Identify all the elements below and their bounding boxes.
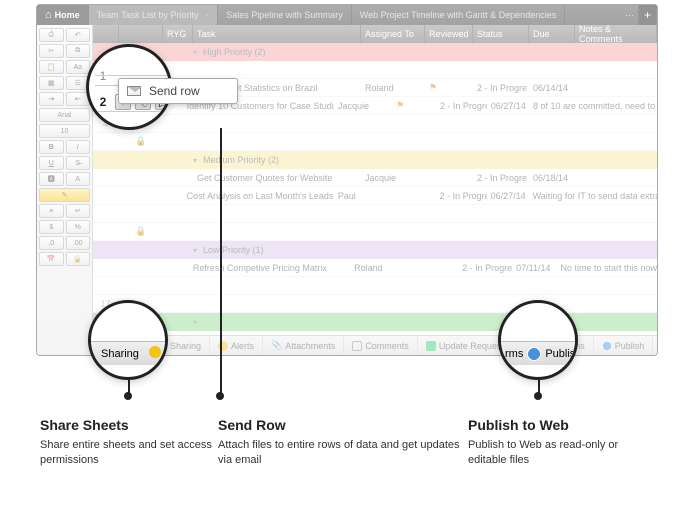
caption-sendrow: Send Row Attach files to entire rows of … [218, 416, 468, 468]
table-row[interactable]: Get Customer Quotes for WebsiteJacquie2 … [93, 169, 657, 187]
textcolor-button[interactable]: A [66, 172, 91, 186]
globe-icon [602, 341, 612, 351]
callout-sharing: Sharing A [88, 300, 168, 380]
col-status[interactable]: Status [473, 25, 529, 43]
tab-tasklist[interactable]: Team Task List by Priority× [89, 5, 219, 25]
send-row-tooltip[interactable]: Send row [118, 78, 238, 104]
caption-publish: Publish to Web Publish to Web as read-on… [468, 416, 655, 468]
attachments-button[interactable]: 📎Attachments [263, 336, 344, 355]
group-medium-priority[interactable]: ▾Medium Priority (2) [93, 151, 657, 169]
lock-button[interactable]: 🔒 [66, 252, 91, 266]
highlight-button[interactable]: ✎ [39, 188, 90, 202]
comments-button[interactable]: Comments [344, 336, 418, 355]
font-select[interactable]: Arial [39, 108, 90, 122]
collapse-icon[interactable]: ▾ [193, 48, 197, 57]
currency-button[interactable]: $ [39, 220, 64, 234]
alerts-button[interactable]: Alerts [210, 336, 263, 355]
group-high-priority[interactable]: ▾High Priority (2) [93, 43, 657, 61]
sheet-grid: RYG Task Assigned To Reviewed Status Due… [93, 25, 657, 355]
tool-undo-icon[interactable]: ↶ [66, 28, 91, 42]
captions: Share Sheets Share entire sheets and set… [40, 416, 655, 468]
leader-dot [124, 392, 132, 400]
table-row[interactable]: 🔒 [93, 223, 657, 241]
leader-dot [216, 392, 224, 400]
percent-button[interactable]: % [66, 220, 91, 234]
strike-button[interactable]: S̶ [66, 156, 91, 170]
comment-icon [352, 341, 362, 351]
decimal-inc-button[interactable]: .0 [39, 236, 64, 250]
tool-save-icon[interactable]: ⎙ [39, 28, 64, 42]
col-assigned[interactable]: Assigned To [361, 25, 425, 43]
tool-format-icon[interactable]: Aa [66, 60, 91, 74]
tool-cut-icon[interactable]: ✂ [39, 44, 64, 58]
envelope-icon [127, 86, 141, 96]
align-button[interactable]: ≡ [39, 204, 64, 218]
tab-home[interactable]: Home [37, 5, 89, 25]
col-ryg[interactable]: RYG [163, 25, 193, 43]
col-reviewed[interactable]: Reviewed [425, 25, 473, 43]
table-row[interactable]: 4 [93, 115, 657, 133]
tab-overflow[interactable]: ⋯ [621, 5, 639, 25]
tab-add[interactable]: + [639, 5, 657, 25]
close-icon[interactable]: × [205, 11, 210, 20]
left-toolbar: ⎙↶ ✂⧉ 📋Aa ▦☰ ⇥⇤ Arial 10 BI US̶ 🅰A ✎ ≡↵ … [37, 25, 93, 355]
table-row[interactable]: Cost Analysis on Last Month's LeadsPaul2… [93, 187, 657, 205]
table-row[interactable]: 🔒 [93, 133, 657, 151]
collapse-icon[interactable]: ▾ [193, 246, 197, 255]
column-headers: RYG Task Assigned To Reviewed Status Due… [93, 25, 657, 43]
globe-icon [527, 347, 541, 361]
callout-publish: rms Publish [498, 300, 578, 380]
date-button[interactable]: 📅 [39, 252, 64, 266]
tool-grid-icon[interactable]: ▦ [39, 76, 64, 90]
collapse-icon[interactable]: ▾ [193, 156, 197, 165]
publish-label: Publish [545, 348, 578, 360]
table-row[interactable] [93, 277, 657, 295]
alert-icon [149, 346, 161, 358]
col-task[interactable]: Task [193, 25, 361, 43]
table-row[interactable]: 17 [93, 295, 657, 313]
leader-line [220, 128, 222, 394]
tab-bar: Home Team Task List by Priority× Sales P… [37, 5, 657, 25]
col-due[interactable]: Due [529, 25, 575, 43]
bottom-bar: Sharing Alerts 📎Attachments Comments Upd… [149, 335, 657, 355]
collapse-icon[interactable]: ▾ [193, 318, 197, 327]
decimal-dec-button[interactable]: .00 [66, 236, 91, 250]
fontsize-select[interactable]: 10 [39, 124, 90, 138]
col-notes[interactable]: Notes & Comments [575, 25, 657, 43]
wrap-button[interactable]: ↵ [66, 204, 91, 218]
tab-pipeline[interactable]: Sales Pipeline with Summary [218, 5, 352, 25]
table-row[interactable] [93, 205, 657, 223]
sharing-label: Sharing [101, 348, 139, 360]
underline-button[interactable]: U [39, 156, 64, 170]
table-row[interactable]: 1 [93, 61, 657, 79]
bgcolor-button[interactable]: 🅰 [39, 172, 64, 186]
table-row[interactable]: Refresh Competive Pricing MatrixRoland2 … [93, 259, 657, 277]
leader-dot [534, 392, 542, 400]
tab-timeline[interactable]: Web Project Timeline with Gantt & Depend… [352, 5, 565, 25]
publish-button[interactable]: Publish [594, 336, 654, 355]
tool-indent-icon[interactable]: ⇥ [39, 92, 64, 106]
update-icon [426, 341, 436, 351]
bold-button[interactable]: B [39, 140, 64, 154]
tool-paste-icon[interactable]: 📋 [39, 60, 64, 74]
caption-share: Share Sheets Share entire sheets and set… [40, 416, 218, 468]
tool-copy-icon[interactable]: ⧉ [66, 44, 91, 58]
group-low-priority[interactable]: ▾Low Priority (1) [93, 241, 657, 259]
attach-icon: 📎 [271, 340, 282, 351]
italic-button[interactable]: I [66, 140, 91, 154]
webforms-fragment: rms [505, 348, 523, 360]
